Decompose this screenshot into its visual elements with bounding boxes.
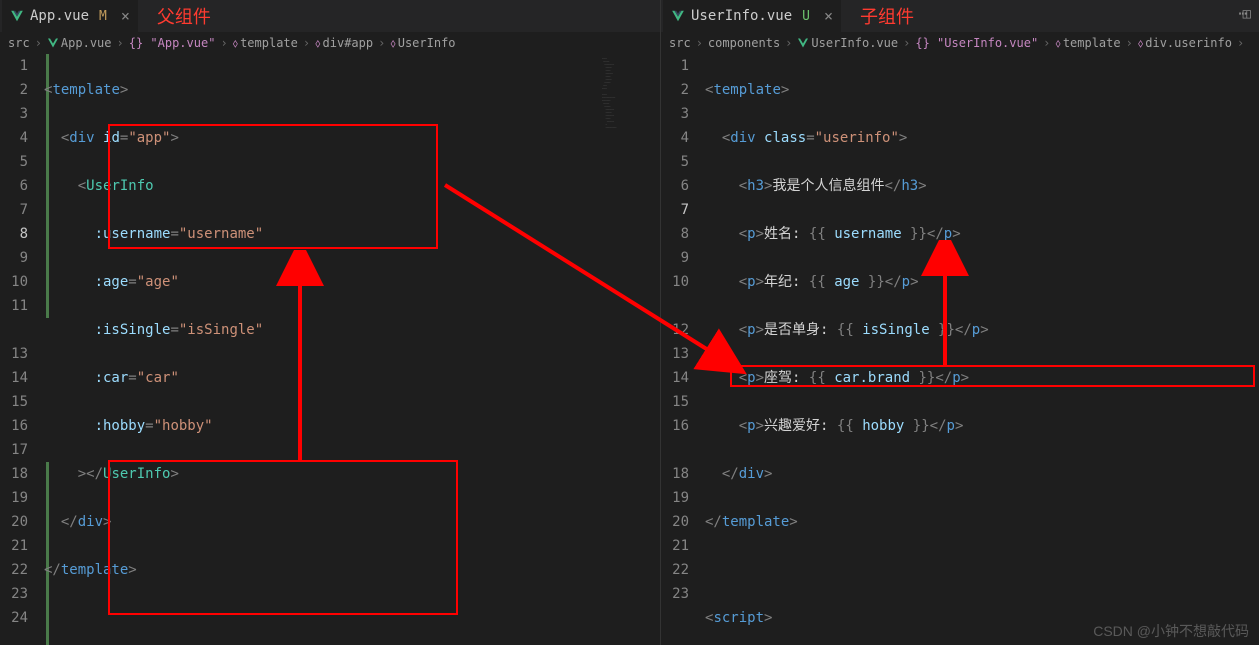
left-editor-pane: App.vue M × 父组件 ⋯ src› App.vue› {} "App.… [0, 0, 661, 645]
tab-filename: App.vue [30, 8, 89, 24]
annotation-child-component: 子组件 [860, 3, 914, 29]
tab-userinfo-vue[interactable]: UserInfo.vue U × [663, 0, 842, 32]
line-gutter: 123456789101213141516181920212223 [661, 54, 705, 645]
code-editor-right[interactable]: 123456789101213141516181920212223 <templ… [661, 54, 1259, 645]
close-icon[interactable]: × [121, 7, 130, 25]
tab-app-vue[interactable]: App.vue M × [2, 0, 139, 32]
tab-untracked-indicator: U [802, 9, 810, 24]
annotation-parent-component: 父组件 [157, 3, 211, 29]
split-editor-icon[interactable]: ◫ [1243, 6, 1251, 22]
right-editor-pane: UserInfo.vue U × 子组件 ◫ src› components› … [661, 0, 1259, 645]
tab-bar-left: App.vue M × 父组件 ⋯ [0, 0, 660, 32]
code-editor-left[interactable]: 1234567891011131415161718192021222324 <t… [0, 54, 660, 645]
vue-icon [671, 9, 685, 23]
watermark: CSDN @小钟不想敲代码 [1093, 621, 1249, 641]
tab-bar-right: UserInfo.vue U × 子组件 ◫ [661, 0, 1259, 32]
vue-icon [10, 9, 24, 23]
code-content-left[interactable]: <template> <div id="app"> <UserInfo :use… [44, 54, 600, 645]
tab-modified-indicator: M [99, 9, 107, 24]
line-gutter: 1234567891011131415161718192021222324 [0, 54, 44, 645]
minimap-left[interactable]: ▬▬▬▬ ▬▬▬▬▬ ▬▬▬▬▬▬▬▬ ▬▬▬▬▬ ▬▬▬▬ ▬▬▬▬▬▬ ▬▬… [600, 54, 660, 645]
close-icon[interactable]: × [824, 7, 833, 25]
code-content-right[interactable]: <template> <div class="userinfo"> <h3>我是… [705, 54, 1259, 645]
breadcrumb-right[interactable]: src› components› UserInfo.vue› {} "UserI… [661, 32, 1259, 54]
breadcrumb-left[interactable]: src› App.vue› {} "App.vue"› ⬨ template› … [0, 32, 660, 54]
tab-filename: UserInfo.vue [691, 8, 792, 24]
